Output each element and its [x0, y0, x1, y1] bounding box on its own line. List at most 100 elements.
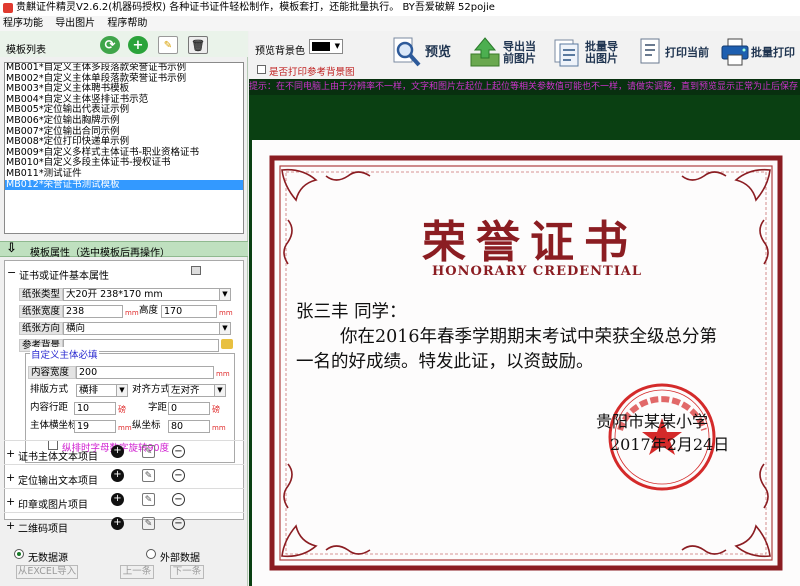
- collapse-minus-icon[interactable]: −: [7, 266, 16, 279]
- remove-item-icon[interactable]: −: [172, 469, 185, 482]
- section-seal-image[interactable]: + 印章或图片项目 + ✎ −: [4, 488, 244, 512]
- expand-plus-icon[interactable]: +: [6, 471, 15, 484]
- external-data-label: 外部数据: [160, 553, 200, 564]
- paper-height-label: 高度: [139, 305, 159, 316]
- import-excel-button[interactable]: 从EXCEL导入: [16, 565, 78, 579]
- edit-item-icon[interactable]: ✎: [142, 445, 155, 458]
- data-source-panel: 无数据源 外部数据 从EXCEL导入 上一条 下一条: [4, 546, 244, 586]
- paper-direction-select[interactable]: 横向 ▼: [63, 322, 231, 335]
- export-current-button[interactable]: 导出当 前图片: [469, 36, 549, 68]
- bg-color-select[interactable]: ▼: [309, 39, 343, 54]
- print-current-icon: [640, 38, 660, 64]
- certificate-title: 荣誉证书: [422, 217, 638, 268]
- batch-export-button[interactable]: 批量导 出图片: [551, 36, 631, 68]
- collapse-arrow-icon[interactable]: ⇩: [6, 241, 17, 256]
- section-label: 印章或图片项目: [18, 500, 88, 511]
- x-coord-input[interactable]: 19: [74, 420, 116, 433]
- window-title: 贵麒证件精灵V2.6.2(机器码授权) 各种证书证件轻松制作，模板套打，还能批量…: [16, 2, 495, 13]
- char-spacing-label: 字距: [148, 402, 168, 413]
- print-current-button[interactable]: 打印当前: [635, 36, 715, 68]
- external-data-radio[interactable]: [146, 549, 156, 559]
- next-record-button[interactable]: 下一条: [170, 565, 204, 579]
- prev-record-button[interactable]: 上一条: [120, 565, 154, 579]
- section-qrcode[interactable]: + 二维码项目 + ✎ −: [4, 512, 244, 536]
- add-item-icon[interactable]: +: [111, 445, 124, 458]
- certificate-preview: 荣誉证书 HONORARY CREDENTIAL 张三丰 同学： 你在2016年…: [252, 140, 800, 586]
- layout-label: 排版方式: [30, 384, 69, 395]
- paper-height-input[interactable]: 170: [161, 305, 217, 318]
- left-panel: 模板列表 ⟳ + ✎ 🗑 MB001*自定义主体多段落款荣誉证书示例 MB002*…: [0, 31, 248, 586]
- y-coord-label: 纵坐标: [132, 420, 161, 431]
- remove-item-icon[interactable]: −: [172, 493, 185, 506]
- layout-select[interactable]: 横排 ▼: [76, 384, 128, 397]
- export-current-label-2: 前图片: [503, 52, 536, 65]
- dropdown-arrow-icon: ▼: [219, 289, 230, 300]
- print-current-label: 打印当前: [665, 46, 709, 59]
- edit-item-icon[interactable]: ✎: [142, 469, 155, 482]
- menu-program-help[interactable]: 程序帮助: [107, 18, 147, 29]
- template-list-item[interactable]: MB011*测试证件: [5, 168, 243, 180]
- folder-icon[interactable]: [221, 339, 233, 349]
- dropdown-arrow-icon: ▼: [116, 385, 127, 396]
- unit-label: mm: [216, 370, 230, 378]
- x-coord-label: 主体横坐标: [30, 420, 78, 431]
- attributes-header[interactable]: ⇩ 模板属性（选中模板后再操作）: [0, 241, 248, 259]
- hint-bar: 提示：在不同电脑上由于分辨率不一样，文字和图片左起位上起位等相关参数值可能也不一…: [249, 79, 800, 95]
- edit-item-icon[interactable]: ✎: [142, 517, 155, 530]
- template-list[interactable]: MB001*自定义主体多段落款荣誉证书示例 MB002*自定义主体单段落款荣誉证书…: [4, 62, 244, 234]
- save-icon[interactable]: [191, 266, 201, 275]
- line-spacing-input[interactable]: 10: [74, 402, 116, 415]
- batch-export-label-1: 批量导: [585, 40, 618, 53]
- align-select[interactable]: 左对齐 ▼: [168, 384, 226, 397]
- template-list-item[interactable]: MB012*荣誉证书测试模板: [5, 179, 243, 191]
- no-source-radio[interactable]: [14, 549, 24, 559]
- expand-plus-icon[interactable]: +: [6, 447, 15, 460]
- remove-item-icon[interactable]: −: [172, 517, 185, 530]
- dropdown-arrow-icon: ▼: [334, 42, 340, 50]
- section-positioned-text[interactable]: + 定位输出文本项目 + ✎ −: [4, 464, 244, 488]
- edit-icon[interactable]: ✎: [158, 36, 178, 54]
- print-ref-bg-checkbox[interactable]: [257, 65, 266, 74]
- add-item-icon[interactable]: +: [111, 493, 124, 506]
- color-swatch: [312, 42, 330, 51]
- preview-button[interactable]: 预览: [391, 36, 461, 68]
- menu-program-functions[interactable]: 程序功能: [3, 18, 43, 29]
- content-width-input[interactable]: 200: [76, 366, 214, 379]
- app-icon: [3, 3, 13, 13]
- attributes-header-label: 模板属性（选中模板后再操作）: [30, 248, 170, 259]
- paper-width-label: 纸张宽度: [19, 305, 63, 318]
- certificate-body-line-2: 一名的好成绩。特发此证，以资鼓励。: [296, 352, 594, 372]
- expand-plus-icon[interactable]: +: [6, 495, 15, 508]
- certificate-subtitle: HONORARY CREDENTIAL: [432, 264, 643, 279]
- y-coord-input[interactable]: 80: [168, 420, 210, 433]
- section-label: 二维码项目: [18, 524, 68, 535]
- preview-label: 预览: [425, 45, 452, 60]
- certificate-date: 2017年2月24日: [610, 435, 730, 454]
- batch-print-button[interactable]: 批量打印: [719, 36, 800, 68]
- no-source-label: 无数据源: [28, 553, 68, 564]
- dropdown-arrow-icon: ▼: [214, 385, 225, 396]
- line-spacing-label: 内容行距: [30, 402, 69, 413]
- paper-width-input[interactable]: 238: [63, 305, 123, 318]
- expand-plus-icon[interactable]: +: [6, 519, 15, 532]
- group-title: 自定义主体必填: [30, 347, 99, 361]
- certificate-body-line-1: 你在2016年春季学期期末考试中荣获全级总分第: [340, 327, 718, 347]
- paper-type-select[interactable]: 大20开 238*170 mm ▼: [63, 288, 231, 301]
- menu-bar: 程序功能 导出图片 程序帮助: [0, 16, 800, 31]
- add-item-icon[interactable]: +: [111, 469, 124, 482]
- align-label: 对齐方式: [132, 384, 171, 395]
- section-body-text[interactable]: + 证书主体文本项目 + ✎ −: [4, 440, 244, 464]
- add-item-icon[interactable]: +: [111, 517, 124, 530]
- remove-item-icon[interactable]: −: [172, 445, 185, 458]
- add-icon[interactable]: +: [128, 36, 148, 54]
- menu-export-image[interactable]: 导出图片: [55, 18, 95, 29]
- refresh-icon[interactable]: ⟳: [100, 36, 120, 54]
- trash-icon[interactable]: 🗑: [188, 36, 208, 54]
- edit-item-icon[interactable]: ✎: [142, 493, 155, 506]
- template-list-item[interactable]: MB006*定位输出胸牌示例: [5, 115, 243, 127]
- template-list-item[interactable]: MB001*自定义主体多段落款荣誉证书示例: [5, 63, 243, 74]
- bg-color-label: 预览背景色: [255, 46, 305, 57]
- section-title: 证书或证件基本属性: [19, 271, 109, 282]
- printer-icon: [721, 38, 749, 66]
- char-spacing-input[interactable]: 0: [168, 402, 210, 415]
